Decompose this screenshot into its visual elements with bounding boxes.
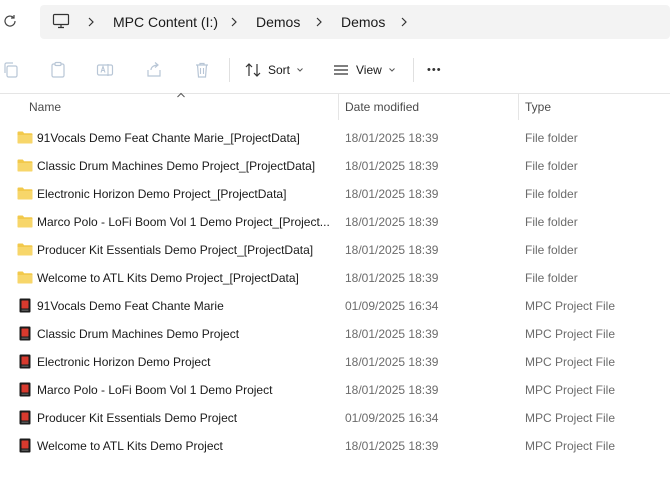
more-options-button[interactable]: •••: [427, 58, 442, 82]
file-row[interactable]: Welcome to ATL Kits Demo Project 18/01/20…: [0, 432, 670, 460]
mpc-file-icon: [17, 354, 33, 369]
mpc-file-icon: [17, 438, 33, 453]
file-type: MPC Project File: [525, 299, 616, 313]
sort-ascending-icon: [177, 92, 185, 98]
column-header-date[interactable]: Date modified: [345, 100, 419, 114]
refresh-icon[interactable]: [2, 13, 18, 29]
this-pc-icon[interactable]: [52, 13, 70, 29]
file-type: MPC Project File: [525, 355, 616, 369]
column-header-type[interactable]: Type: [525, 100, 551, 114]
folder-icon: [17, 242, 33, 257]
share-icon[interactable]: [145, 61, 163, 79]
toolbar-divider: [413, 58, 414, 82]
file-date: 01/09/2025 16:34: [345, 411, 439, 425]
view-list-icon: [334, 65, 348, 75]
file-date: 18/01/2025 18:39: [345, 439, 439, 453]
mpc-file-icon: [17, 326, 33, 341]
file-name: Producer Kit Essentials Demo Project: [37, 411, 238, 425]
file-date: 18/01/2025 18:39: [345, 383, 439, 397]
chevron-right-icon[interactable]: [86, 15, 96, 29]
folder-icon: [17, 158, 33, 173]
file-name: Electronic Horizon Demo Project: [37, 355, 211, 369]
file-type: MPC Project File: [525, 327, 616, 341]
folder-icon: [17, 186, 33, 201]
column-divider[interactable]: [518, 94, 519, 120]
command-bar: Sort View •••: [0, 44, 670, 94]
file-date: 18/01/2025 18:39: [345, 187, 439, 201]
chevron-right-icon[interactable]: [399, 15, 409, 29]
sort-icon: [245, 63, 261, 77]
file-date: 18/01/2025 18:39: [345, 243, 439, 257]
file-name: Welcome to ATL Kits Demo Project: [37, 439, 223, 453]
file-name: Marco Polo - LoFi Boom Vol 1 Demo Projec…: [37, 215, 329, 229]
file-date: 18/01/2025 18:39: [345, 271, 439, 285]
folder-icon: [17, 130, 33, 145]
file-name: Producer Kit Essentials Demo Project_[Pr…: [37, 243, 314, 257]
file-type: MPC Project File: [525, 411, 616, 425]
file-type: File folder: [525, 271, 578, 285]
file-row[interactable]: Producer Kit Essentials Demo Project_[Pr…: [0, 236, 670, 264]
paste-icon[interactable]: [49, 61, 67, 79]
file-row[interactable]: Classic Drum Machines Demo Project_[Proj…: [0, 152, 670, 180]
file-type: File folder: [525, 243, 578, 257]
toolbar-divider: [229, 58, 230, 82]
rename-icon[interactable]: [96, 61, 114, 79]
file-row[interactable]: Marco Polo - LoFi Boom Vol 1 Demo Projec…: [0, 376, 670, 404]
copy-icon[interactable]: [2, 61, 20, 79]
file-type: File folder: [525, 215, 578, 229]
file-row[interactable]: Marco Polo - LoFi Boom Vol 1 Demo Projec…: [0, 208, 670, 236]
file-row[interactable]: Classic Drum Machines Demo Project 18/01/…: [0, 320, 670, 348]
file-date: 18/01/2025 18:39: [345, 215, 439, 229]
view-button[interactable]: View: [332, 58, 396, 82]
folder-icon: [17, 214, 33, 229]
address-bar: MPC Content (I:) Demos Demos: [0, 0, 670, 44]
file-row[interactable]: Producer Kit Essentials Demo Project 01/0…: [0, 404, 670, 432]
folder-icon: [17, 270, 33, 285]
mpc-file-icon: [17, 298, 33, 313]
file-type: MPC Project File: [525, 383, 616, 397]
sort-button[interactable]: Sort: [244, 58, 304, 82]
file-type: File folder: [525, 187, 578, 201]
file-row[interactable]: Welcome to ATL Kits Demo Project_[Projec…: [0, 264, 670, 292]
file-name: Marco Polo - LoFi Boom Vol 1 Demo Projec…: [37, 383, 273, 397]
file-list: 91Vocals Demo Feat Chante Marie_[Project…: [0, 124, 670, 460]
sort-label: Sort: [268, 63, 291, 77]
chevron-down-icon: [297, 68, 303, 72]
file-date: 01/09/2025 16:34: [345, 299, 439, 313]
column-headers: Name Date modified Type: [0, 92, 670, 120]
breadcrumb-item-demos-current[interactable]: Demos: [341, 14, 385, 30]
file-name: Welcome to ATL Kits Demo Project_[Projec…: [37, 271, 299, 285]
file-row[interactable]: 91Vocals Demo Feat Chante Marie_[Project…: [0, 124, 670, 152]
file-name: 91Vocals Demo Feat Chante Marie_[Project…: [37, 131, 300, 145]
chevron-down-icon: [388, 68, 395, 72]
file-date: 18/01/2025 18:39: [345, 327, 439, 341]
file-row[interactable]: 91Vocals Demo Feat Chante Marie 01/09/202…: [0, 292, 670, 320]
breadcrumb-item-drive[interactable]: MPC Content (I:): [113, 14, 218, 30]
breadcrumb-item-demos[interactable]: Demos: [256, 14, 300, 30]
mpc-file-icon: [17, 382, 33, 397]
chevron-right-icon[interactable]: [229, 15, 239, 29]
file-date: 18/01/2025 18:39: [345, 159, 439, 173]
file-row[interactable]: Electronic Horizon Demo Project_[Project…: [0, 180, 670, 208]
file-type: MPC Project File: [525, 439, 616, 453]
file-name: Electronic Horizon Demo Project_[Project…: [37, 187, 287, 201]
file-date: 18/01/2025 18:39: [345, 355, 439, 369]
file-name: Classic Drum Machines Demo Project_[Proj…: [37, 159, 316, 173]
column-header-name[interactable]: Name: [29, 100, 61, 114]
chevron-right-icon[interactable]: [314, 15, 324, 29]
breadcrumb[interactable]: MPC Content (I:) Demos Demos: [40, 5, 670, 39]
file-type: File folder: [525, 159, 578, 173]
column-divider[interactable]: [338, 94, 339, 120]
file-type: File folder: [525, 131, 578, 145]
file-row[interactable]: Electronic Horizon Demo Project 18/01/202…: [0, 348, 670, 376]
file-name: 91Vocals Demo Feat Chante Marie: [37, 299, 224, 313]
view-label: View: [356, 63, 382, 77]
delete-icon[interactable]: [193, 61, 211, 79]
file-name: Classic Drum Machines Demo Project: [37, 327, 240, 341]
file-date: 18/01/2025 18:39: [345, 131, 439, 145]
mpc-file-icon: [17, 410, 33, 425]
